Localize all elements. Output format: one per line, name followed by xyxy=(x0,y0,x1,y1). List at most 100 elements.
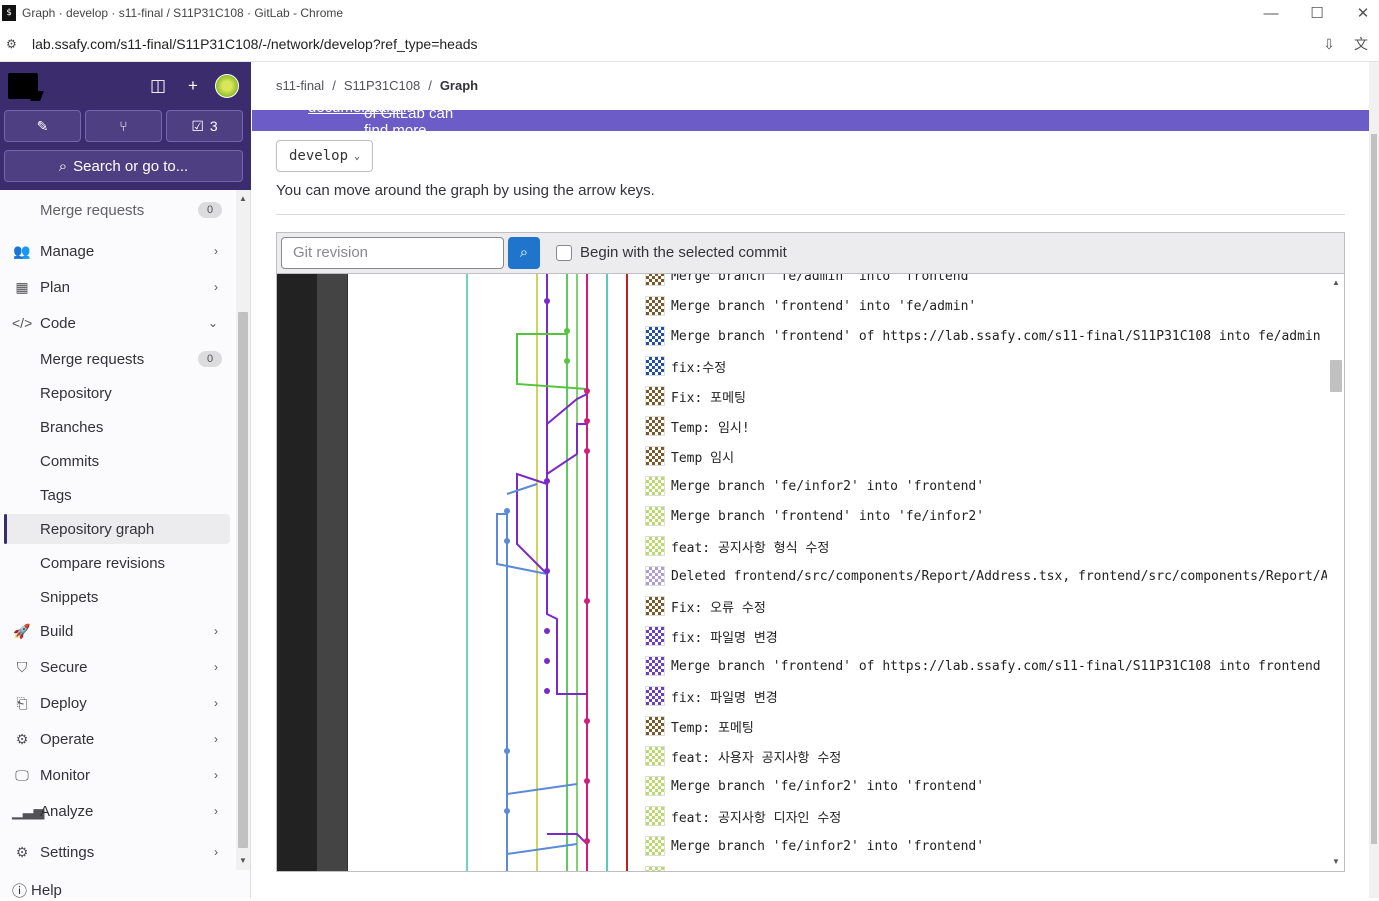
sidebar-item-label: Operate xyxy=(40,730,95,748)
commit-row[interactable]: Merge branch 'fe/infor2' into 'frontend' xyxy=(645,771,984,801)
sidebar-item-label: Merge requests xyxy=(40,201,145,219)
commit-row[interactable]: Temp: 포메팅 xyxy=(645,711,754,741)
graph-scrollbar[interactable]: ▲ ▼ xyxy=(1327,274,1344,871)
commit-row[interactable]: feat: 공지사항 형식 수정 xyxy=(645,531,829,561)
author-avatar xyxy=(645,776,665,796)
chevron-right-icon: › xyxy=(214,660,218,674)
commit-row[interactable]: Temp 임시 xyxy=(645,441,734,471)
close-icon[interactable]: ✕ xyxy=(1340,0,1379,26)
scroll-down-icon[interactable]: ▼ xyxy=(1330,857,1342,866)
translate-icon[interactable]: 文 xyxy=(1351,34,1371,54)
sidebar-item-label: Branches xyxy=(40,418,104,436)
sidebar-scrollbar[interactable]: ▲ ▼ xyxy=(236,190,250,870)
count-badge: 0 xyxy=(198,351,222,367)
sidebar-item-settings[interactable]: ⚙ Settings › xyxy=(4,837,230,867)
git-revision-input[interactable]: Git revision xyxy=(281,237,504,269)
sidebar-item-repository-graph[interactable]: Repository graph xyxy=(4,514,230,544)
graph-canvas[interactable]: Merge branch 'fe/admin' into 'frontend' M… xyxy=(277,274,1327,871)
commit-row[interactable]: feat: 계정생성 수정 xyxy=(645,861,798,871)
scroll-down-icon[interactable]: ▼ xyxy=(238,856,248,865)
address-bar[interactable]: ⚙ lab.ssafy.com/s11-final/S11P31C108/-/n… xyxy=(0,26,1379,62)
install-app-icon[interactable]: ⇩ xyxy=(1319,34,1339,54)
sidebar-item-merge-requests-top[interactable]: Merge requests 0 xyxy=(4,195,230,225)
sidebar-item-repository[interactable]: Repository xyxy=(4,378,230,408)
commit-row[interactable]: Merge branch 'frontend' of https://lab.s… xyxy=(645,321,1321,351)
users-icon: 👥 xyxy=(13,242,31,259)
graph-hint: You can move around the graph by using t… xyxy=(276,182,655,199)
todos-button[interactable]: ☑ 3 xyxy=(166,110,243,142)
search-icon: ⌕ xyxy=(519,244,529,261)
sidebar-item-code[interactable]: </> Code ⌄ xyxy=(4,308,230,338)
breadcrumb-project[interactable]: S11P31C108 xyxy=(344,78,420,93)
sidebar-item-manage[interactable]: 👥 Manage › xyxy=(4,236,230,266)
author-avatar xyxy=(645,274,665,286)
sidebar-item-analyze[interactable]: ▁▃▅ Analyze › xyxy=(4,796,230,826)
scroll-up-icon[interactable]: ▲ xyxy=(1330,278,1342,287)
merge-requests-button[interactable]: ⑂ xyxy=(85,110,162,142)
sidebar-item-compare-revisions[interactable]: Compare revisions xyxy=(4,548,230,578)
commit-message: Fix: 오류 수정 xyxy=(671,600,766,616)
commit-row[interactable]: feat: 공지사항 디자인 수정 xyxy=(645,801,841,831)
breadcrumb-current[interactable]: Graph xyxy=(440,78,478,93)
site-settings-icon[interactable]: ⚙ xyxy=(6,37,22,51)
commit-row[interactable]: Fix: 포메팅 xyxy=(645,381,746,411)
page-scrollbar[interactable] xyxy=(1369,62,1379,898)
commit-row[interactable]: feat: 사용자 공지사항 수정 xyxy=(645,741,841,771)
commit-row[interactable]: Merge branch 'fe/infor2' into 'frontend' xyxy=(645,831,984,861)
sidebar-item-branches[interactable]: Branches xyxy=(4,412,230,442)
sidebar-item-tags[interactable]: Tags xyxy=(4,480,230,510)
sidebar-item-deploy[interactable]: ⎗ Deploy › xyxy=(4,688,230,718)
commit-row[interactable]: Merge branch 'fe/admin' into 'frontend' xyxy=(645,274,976,291)
shield-icon: ⛉ xyxy=(16,658,28,675)
project-logo[interactable] xyxy=(8,73,38,99)
scrollbar-thumb[interactable] xyxy=(238,312,248,848)
author-avatar xyxy=(645,596,665,616)
commit-row[interactable]: Merge branch 'frontend' into 'fe/infor2' xyxy=(645,501,984,531)
commit-row[interactable]: Merge branch 'frontend' of https://lab.s… xyxy=(645,651,1321,681)
commit-row[interactable]: Merge branch 'fe/infor2' into 'frontend' xyxy=(645,471,984,501)
author-avatar xyxy=(645,656,665,676)
toggle-sidebar-icon[interactable]: ◫ xyxy=(146,74,170,98)
user-avatar[interactable] xyxy=(215,74,239,98)
count-badge: 0 xyxy=(198,202,222,218)
sidebar-item-secure[interactable]: ⛉ Secure › xyxy=(4,652,230,682)
commit-row[interactable]: fix:수정 xyxy=(645,351,726,381)
author-avatar xyxy=(645,356,665,376)
commit-row[interactable]: Deleted frontend/src/components/Report/A… xyxy=(645,561,1327,591)
issues-button[interactable]: ✎ xyxy=(4,110,81,142)
sidebar-item-plan[interactable]: ▦ Plan › xyxy=(4,272,230,302)
sidebar-item-label: Snippets xyxy=(40,588,99,606)
maximize-icon[interactable]: ☐ xyxy=(1294,0,1340,26)
chevron-right-icon: › xyxy=(214,768,218,782)
sidebar-item-operate[interactable]: ⚙ Operate › xyxy=(4,724,230,754)
commit-row[interactable]: Merge branch 'frontend' into 'fe/admin' xyxy=(645,291,976,321)
sidebar-item-monitor[interactable]: 🖵 Monitor › xyxy=(4,760,230,790)
create-new-icon[interactable]: + xyxy=(181,74,205,98)
commit-message: fix: 파일명 변경 xyxy=(671,690,778,706)
sidebar-item-merge-requests[interactable]: Merge requests 0 xyxy=(4,344,230,374)
search-button[interactable]: ⌕ Search or go to... xyxy=(4,150,243,182)
sidebar-item-build[interactable]: 🚀 Build › xyxy=(4,616,230,646)
url-text[interactable]: lab.ssafy.com/s11-final/S11P31C108/-/net… xyxy=(32,36,478,52)
breadcrumb-group[interactable]: s11-final xyxy=(276,78,324,93)
browser-title-bar: $ Graph · develop · s11-final / S11P31C1… xyxy=(0,0,1379,26)
author-avatar xyxy=(645,386,665,406)
chevron-right-icon: › xyxy=(214,732,218,746)
search-button[interactable]: ⌕ xyxy=(508,237,540,269)
commit-row[interactable]: Temp: 임시! xyxy=(645,411,750,441)
author-avatar xyxy=(645,536,665,556)
code-icon: </> xyxy=(12,315,33,331)
scrollbar-thumb[interactable] xyxy=(1371,134,1377,844)
scrollbar-thumb[interactable] xyxy=(1330,360,1342,392)
commit-row[interactable]: fix: 파일명 변경 xyxy=(645,681,778,711)
commit-row[interactable]: fix: 파일명 변경 xyxy=(645,621,778,651)
sidebar-nav: Merge requests 0 👥 Manage › ▦ Plan › </>… xyxy=(0,190,236,870)
monitor-icon: 🖵 xyxy=(15,766,29,783)
minimize-icon[interactable]: — xyxy=(1248,0,1294,26)
commit-row[interactable]: Fix: 오류 수정 xyxy=(645,591,766,621)
begin-with-selected-checkbox[interactable] xyxy=(556,245,572,261)
branch-dropdown[interactable]: develop ⌄ xyxy=(276,140,374,172)
sidebar-item-commits[interactable]: Commits xyxy=(4,446,230,476)
sidebar-item-snippets[interactable]: Snippets xyxy=(4,582,230,612)
scroll-up-icon[interactable]: ▲ xyxy=(238,194,248,203)
